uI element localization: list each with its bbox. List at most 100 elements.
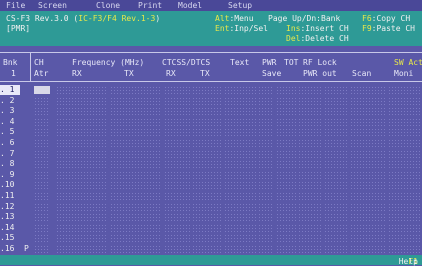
- cell-pwr-out[interactable]: [324, 117, 348, 126]
- cell-text[interactable]: [224, 192, 256, 200]
- cell-rf-lock[interactable]: [298, 223, 322, 232]
- cell-ch[interactable]: [34, 192, 50, 200]
- cell-freq-rx[interactable]: [56, 170, 108, 179]
- cell-pwr[interactable]: [258, 245, 274, 253]
- cell-rf-lock[interactable]: [298, 117, 322, 126]
- cell-pwr-out[interactable]: [324, 223, 348, 232]
- cell-text[interactable]: [224, 245, 256, 253]
- cell-freq-rx[interactable]: [56, 192, 108, 200]
- cell-text[interactable]: [224, 160, 256, 169]
- cell-ch[interactable]: [34, 149, 50, 158]
- cell-ch[interactable]: [34, 170, 50, 179]
- cell-tone-rx[interactable]: [164, 139, 190, 147]
- cell-tone-rx[interactable]: [164, 160, 190, 169]
- cell-scan[interactable]: [350, 234, 386, 243]
- cell-rf-lock[interactable]: [298, 202, 322, 211]
- cell-freq-tx[interactable]: [110, 170, 162, 179]
- cell-pwr[interactable]: [258, 213, 274, 222]
- cell-freq-tx[interactable]: [110, 96, 162, 105]
- cell-rf-lock[interactable]: [298, 234, 322, 243]
- cell-moni[interactable]: [388, 170, 422, 179]
- cell-rf-lock[interactable]: [298, 86, 322, 94]
- cell-ch[interactable]: [34, 139, 50, 147]
- cell-text[interactable]: [224, 213, 256, 222]
- cell-tot[interactable]: [276, 223, 296, 232]
- cell-freq-rx[interactable]: [56, 234, 108, 243]
- cell-scan[interactable]: [350, 117, 386, 126]
- cell-rf-lock[interactable]: [298, 213, 322, 222]
- cell-tone-tx[interactable]: [192, 192, 222, 200]
- cell-scan[interactable]: [350, 139, 386, 147]
- cell-ch[interactable]: [34, 223, 50, 232]
- cell-pwr[interactable]: [258, 170, 274, 179]
- cell-freq-rx[interactable]: [56, 139, 108, 147]
- cell-tone-rx[interactable]: [164, 245, 190, 253]
- cell-scan[interactable]: [350, 245, 386, 253]
- cell-pwr-out[interactable]: [324, 170, 348, 179]
- cell-scan[interactable]: [350, 149, 386, 158]
- menu-setup[interactable]: Setup: [228, 1, 252, 10]
- table-row[interactable]: .16 P: [0, 244, 422, 254]
- cell-pwr[interactable]: [258, 234, 274, 243]
- cell-text[interactable]: [224, 181, 256, 190]
- cell-moni[interactable]: [388, 213, 422, 222]
- cell-freq-rx[interactable]: [56, 223, 108, 232]
- cell-ch[interactable]: [34, 181, 50, 190]
- cell-tot[interactable]: [276, 160, 296, 169]
- cell-freq-tx[interactable]: [110, 202, 162, 211]
- table-row[interactable]: .10: [0, 180, 422, 190]
- table-row[interactable]: .15: [0, 233, 422, 243]
- cell-rf-lock[interactable]: [298, 96, 322, 105]
- cell-freq-tx[interactable]: [110, 149, 162, 158]
- cell-tone-tx[interactable]: [192, 107, 222, 116]
- cell-pwr[interactable]: [258, 117, 274, 126]
- table-row[interactable]: . 2: [0, 96, 422, 106]
- cell-tot[interactable]: [276, 117, 296, 126]
- cell-pwr[interactable]: [258, 181, 274, 190]
- cell-tone-rx[interactable]: [164, 149, 190, 158]
- cell-pwr[interactable]: [258, 149, 274, 158]
- cell-rf-lock[interactable]: [298, 139, 322, 147]
- cell-moni[interactable]: [388, 245, 422, 253]
- cell-tone-rx[interactable]: [164, 170, 190, 179]
- cell-text[interactable]: [224, 139, 256, 147]
- cell-freq-tx[interactable]: [110, 86, 162, 94]
- cell-text[interactable]: [224, 128, 256, 137]
- cell-pwr[interactable]: [258, 139, 274, 147]
- cell-freq-tx[interactable]: [110, 128, 162, 137]
- cell-ch[interactable]: [34, 128, 50, 137]
- cell-pwr[interactable]: [258, 128, 274, 137]
- cell-moni[interactable]: [388, 234, 422, 243]
- cell-text[interactable]: [224, 86, 256, 94]
- cell-tot[interactable]: [276, 245, 296, 253]
- cell-scan[interactable]: [350, 160, 386, 169]
- cell-rf-lock[interactable]: [298, 170, 322, 179]
- cell-pwr[interactable]: [258, 86, 274, 94]
- cell-tone-rx[interactable]: [164, 192, 190, 200]
- cell-text[interactable]: [224, 234, 256, 243]
- cell-ch[interactable]: [34, 107, 50, 116]
- cell-tone-tx[interactable]: [192, 149, 222, 158]
- cell-freq-rx[interactable]: [56, 96, 108, 105]
- cell-ch[interactable]: [34, 86, 50, 94]
- cell-tot[interactable]: [276, 202, 296, 211]
- cell-text[interactable]: [224, 107, 256, 116]
- cell-text[interactable]: [224, 96, 256, 105]
- cell-pwr-out[interactable]: [324, 149, 348, 158]
- cell-text[interactable]: [224, 223, 256, 232]
- table-row[interactable]: . 3: [0, 106, 422, 116]
- cell-rf-lock[interactable]: [298, 245, 322, 253]
- cell-tot[interactable]: [276, 128, 296, 137]
- table-row[interactable]: . 6: [0, 138, 422, 148]
- cell-tone-rx[interactable]: [164, 96, 190, 105]
- cell-ch[interactable]: [34, 96, 50, 105]
- cell-rf-lock[interactable]: [298, 192, 322, 200]
- menu-clone[interactable]: Clone: [96, 1, 120, 10]
- cell-tot[interactable]: [276, 107, 296, 116]
- cell-ch[interactable]: [34, 213, 50, 222]
- cell-freq-rx[interactable]: [56, 181, 108, 190]
- cell-pwr[interactable]: [258, 223, 274, 232]
- cell-pwr-out[interactable]: [324, 86, 348, 94]
- cell-pwr-out[interactable]: [324, 181, 348, 190]
- menu-model[interactable]: Model: [178, 1, 202, 10]
